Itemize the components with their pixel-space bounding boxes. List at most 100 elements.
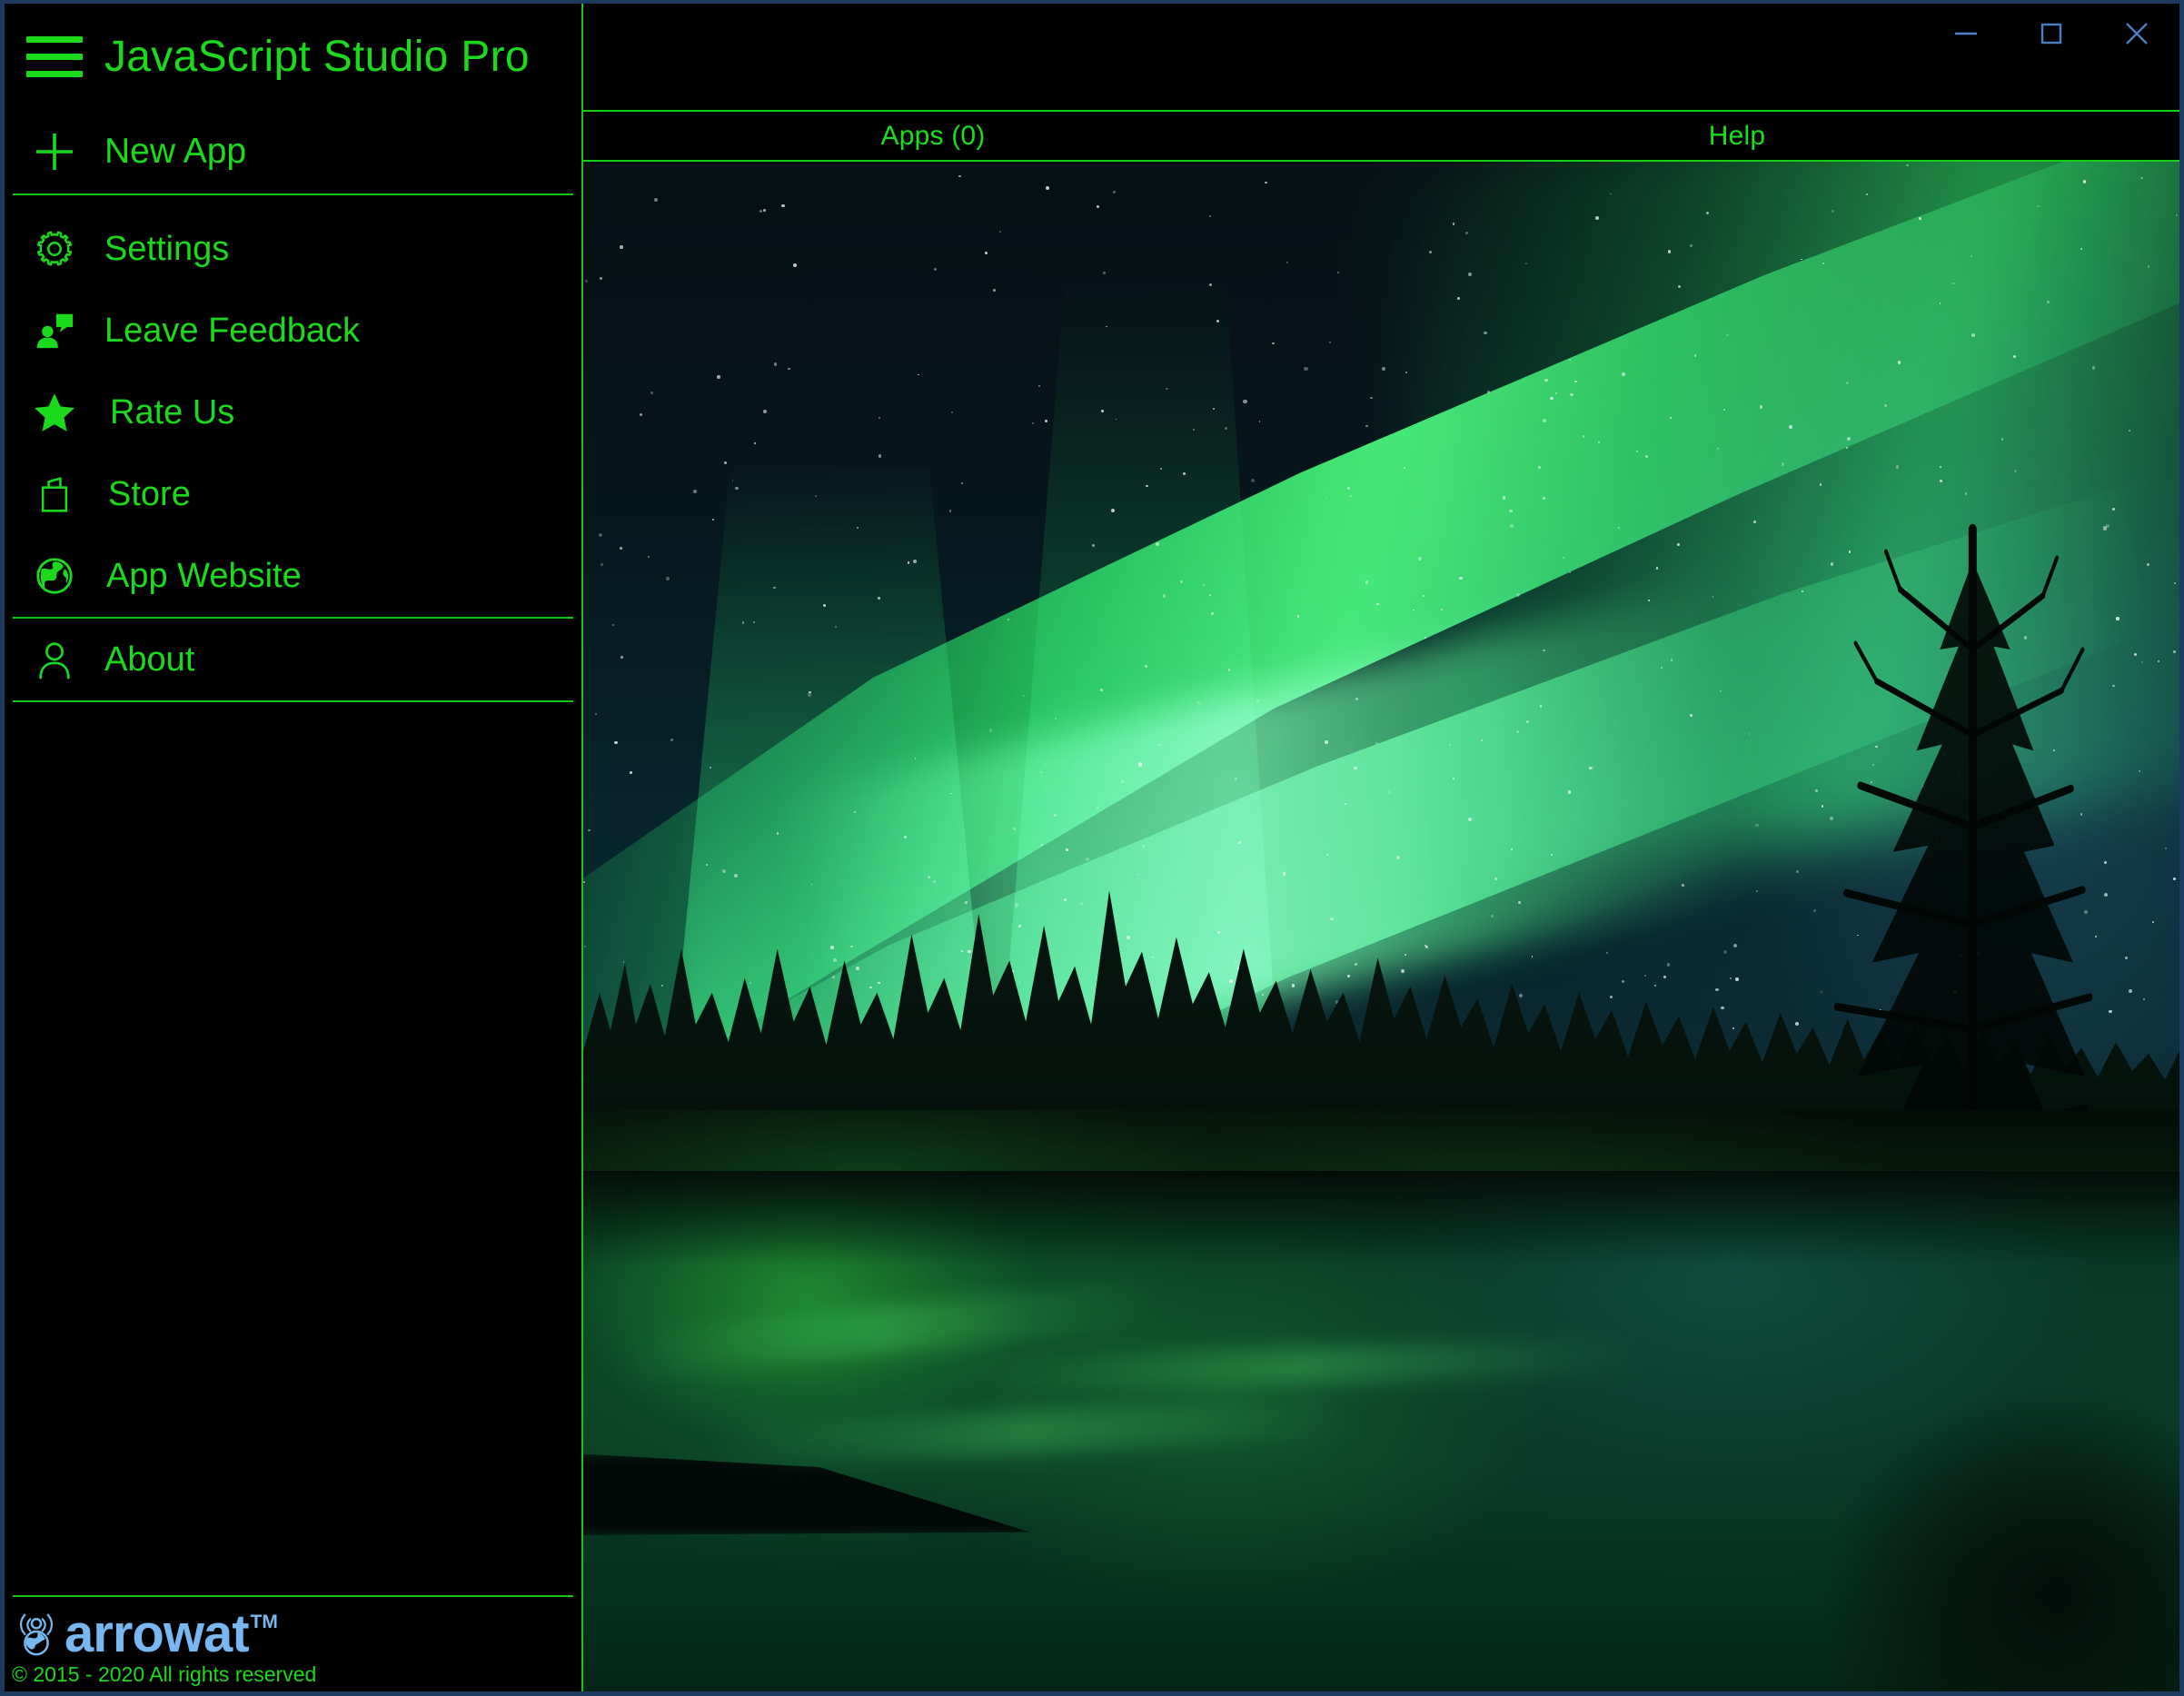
sidebar-item-about[interactable]: About (5, 619, 581, 700)
dark-rock-bank (583, 1452, 1030, 1536)
frozen-lake-foreground (583, 1171, 2179, 1691)
star (1952, 282, 1956, 285)
window-controls (1923, 4, 2179, 64)
star (993, 289, 996, 292)
star (793, 263, 798, 267)
star (1524, 262, 1528, 265)
star (1667, 250, 1671, 253)
star (620, 655, 623, 659)
star (1591, 766, 1594, 769)
tab-apps[interactable]: Apps (0) (583, 112, 1283, 160)
star (2091, 365, 2096, 370)
star (723, 461, 728, 465)
sidebar-item-about-label: About (104, 640, 195, 679)
star (1182, 472, 1186, 475)
star (2000, 437, 2004, 441)
star (1971, 333, 1975, 337)
star (1487, 391, 1490, 394)
star (1212, 408, 1216, 411)
sidebar-item-rate-us[interactable]: Rate Us (5, 372, 581, 453)
star (1197, 701, 1200, 704)
star (951, 411, 953, 413)
star (879, 417, 881, 420)
tab-help-label: Help (1708, 120, 1766, 151)
star (1648, 600, 1650, 601)
star (1542, 418, 1546, 422)
star (762, 208, 766, 212)
star (2046, 300, 2050, 303)
star (773, 587, 776, 590)
gear-icon (5, 228, 104, 270)
hamburger-bar (26, 71, 83, 77)
star (1032, 422, 1034, 424)
star (1670, 659, 1673, 661)
star (1211, 612, 1215, 615)
right-foreground-brush (1764, 1369, 2179, 1691)
star (1781, 462, 1785, 466)
star (595, 712, 598, 716)
hamburger-icon[interactable] (5, 4, 104, 110)
sidebar-item-store[interactable]: Store (5, 453, 581, 535)
star (1480, 739, 1484, 742)
star (1158, 743, 1161, 747)
star (1645, 455, 1648, 458)
star (1515, 592, 1520, 597)
sidebar-item-leave-feedback[interactable]: Leave Feedback (5, 290, 581, 372)
tab-help[interactable]: Help (1283, 112, 2179, 160)
star (1045, 186, 1049, 191)
star (2141, 661, 2143, 663)
star (1349, 494, 1352, 498)
star (670, 739, 673, 742)
star (1055, 718, 1057, 720)
star (1939, 303, 1941, 304)
brand-name: arrowat (65, 1603, 250, 1663)
maximize-button[interactable] (2009, 4, 2094, 64)
star (1542, 496, 1546, 501)
star (1544, 378, 1548, 382)
star (1440, 608, 1443, 611)
sidebar-item-store-label: Store (108, 474, 191, 513)
star (601, 562, 604, 566)
star (1113, 191, 1116, 193)
star (2080, 248, 2082, 251)
star (1503, 496, 1506, 500)
star (1145, 484, 1148, 488)
star (1569, 570, 1572, 573)
star (1272, 342, 1275, 345)
content-background-image (583, 162, 2179, 1691)
star (2140, 176, 2143, 180)
navigation-sidebar: JavaScript Studio Pro New App Settings L… (5, 4, 583, 1691)
close-button[interactable] (2094, 4, 2179, 64)
minimize-icon (1955, 32, 1977, 35)
plus-icon (5, 129, 104, 174)
star (1243, 399, 1247, 403)
water-light-streak (710, 1393, 1351, 1469)
star (1720, 689, 1722, 692)
star (1689, 243, 1693, 247)
app-window: Apps (0) Help JavaScript Studio Pro New … (0, 0, 2184, 1696)
star (1325, 740, 1328, 744)
star (1264, 181, 1267, 184)
star (1102, 271, 1106, 274)
star (1216, 319, 1220, 322)
brand-row: arrowat TM (5, 1606, 581, 1662)
sidebar-item-settings[interactable]: Settings (5, 208, 581, 290)
star (960, 482, 963, 485)
sidebar-item-app-website[interactable]: App Website (5, 535, 581, 617)
sidebar-item-new-app[interactable]: New App (5, 110, 581, 193)
star (1376, 602, 1379, 605)
star (1845, 446, 1848, 449)
star (933, 267, 937, 272)
minimize-button[interactable] (1923, 4, 2009, 64)
star (788, 367, 790, 371)
star (1381, 367, 1385, 372)
star (1413, 609, 1415, 611)
star (1919, 217, 1922, 220)
star (1582, 435, 1585, 438)
star (1617, 526, 1621, 530)
star (1110, 508, 1115, 512)
sidebar-header: JavaScript Studio Pro (5, 4, 581, 110)
star (762, 410, 767, 414)
star (1337, 272, 1340, 274)
star (1676, 543, 1680, 547)
